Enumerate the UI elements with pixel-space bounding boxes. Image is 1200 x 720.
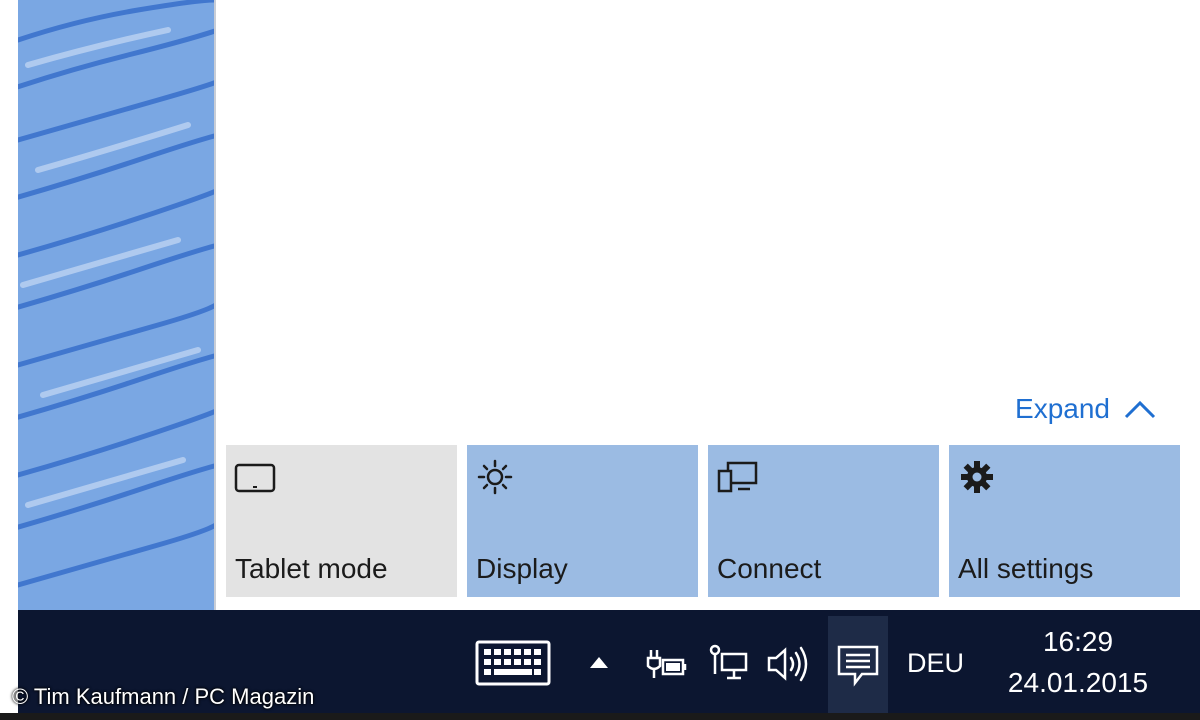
expand-button[interactable]: Expand [1015,392,1156,426]
volume-icon[interactable] [766,644,810,684]
action-center-icon [837,645,879,687]
keyboard-icon[interactable] [475,640,551,686]
network-icon[interactable] [708,644,750,684]
tile-label: Display [476,553,568,584]
left-edge [0,0,18,720]
tablet-icon [234,463,276,493]
clock-time: 16:29 [1042,626,1114,657]
battery-icon[interactable] [645,648,689,682]
brightness-icon [477,459,513,495]
desktop-wallpaper [18,0,214,610]
show-hidden-icons-icon[interactable] [589,656,609,670]
tile-all-settings[interactable]: All settings [949,445,1180,597]
copyright-watermark: © Tim Kaufmann / PC Magazin [12,684,315,709]
connect-icon [717,461,758,493]
gear-icon [961,461,993,493]
tile-connect[interactable]: Connect [708,445,939,597]
quick-actions: Tablet mode Display Connect All settings [226,445,1180,597]
tile-label: Connect [717,553,822,584]
action-center-panel: Expand Tablet mode Display Connect All s… [214,0,1200,610]
tile-label: All settings [958,553,1094,584]
chevron-up-icon [1124,400,1156,419]
bottom-edge [0,713,1200,720]
input-language[interactable]: DEU [907,648,964,679]
tile-display[interactable]: Display [467,445,698,597]
expand-label: Expand [1015,393,1110,424]
action-center-button[interactable] [828,616,888,713]
clock[interactable]: 16:29 24.01.2015 [998,626,1158,700]
tile-label: Tablet mode [235,553,388,584]
clock-date: 24.01.2015 [1007,667,1149,698]
tile-tablet-mode[interactable]: Tablet mode [226,445,457,597]
